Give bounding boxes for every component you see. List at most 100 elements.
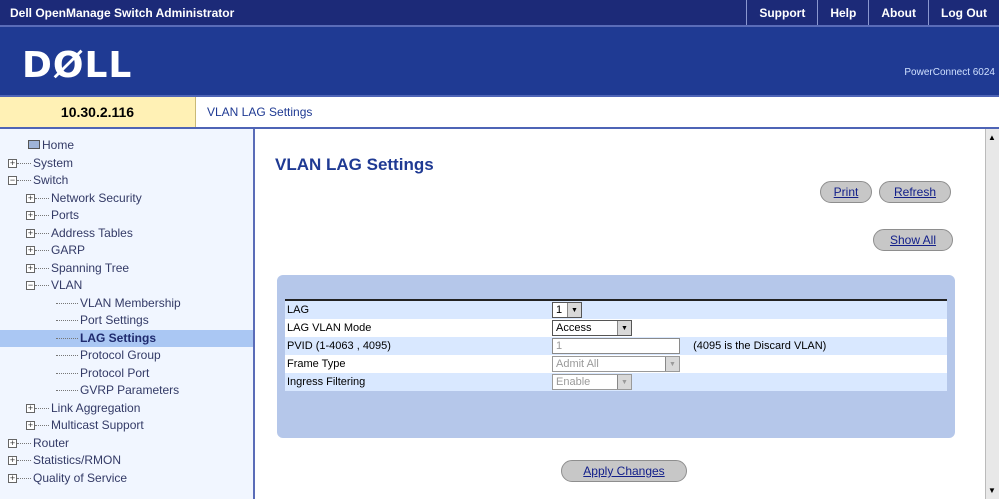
tree-item-label: Link Aggregation: [51, 400, 141, 415]
tree-connector: [56, 320, 78, 322]
tree-connector: [17, 460, 31, 462]
tree-item-label: Port Settings: [80, 313, 149, 327]
pvid-input[interactable]: 1: [552, 338, 680, 354]
support-link[interactable]: Support: [746, 0, 817, 25]
expand-icon[interactable]: +: [26, 421, 35, 430]
product-name: PowerConnect 6024: [904, 67, 995, 78]
tree-item[interactable]: + Network Security: [0, 190, 253, 208]
frame-label: Frame Type: [287, 358, 346, 370]
scroll-up-icon[interactable]: ▲: [988, 133, 996, 142]
tree-item-label: VLAN Membership: [80, 295, 181, 310]
tree-connector: [35, 250, 49, 252]
tree-connector: [56, 337, 78, 340]
about-link[interactable]: About: [868, 0, 928, 25]
collapse-icon[interactable]: −: [26, 281, 35, 290]
lag-value: 1: [556, 304, 563, 316]
tree-item-label: Router: [33, 435, 70, 450]
tree-item[interactable]: VLAN Membership: [0, 295, 253, 313]
tree-connector: [56, 390, 78, 392]
tree-item[interactable]: + System: [0, 155, 253, 173]
tree-item[interactable]: + Multicast Support: [0, 417, 253, 435]
refresh-button[interactable]: Refresh: [879, 181, 951, 203]
chevron-down-icon: ▼: [617, 321, 631, 335]
expand-icon[interactable]: +: [8, 473, 17, 483]
tree-item-label: VLAN: [51, 278, 83, 292]
tree-item[interactable]: − VLAN: [0, 277, 253, 295]
tree-item[interactable]: − Switch: [0, 172, 253, 190]
ingress-label: Ingress Filtering: [287, 376, 366, 388]
top-bar: Dell OpenManage Switch Administrator Sup…: [0, 0, 999, 27]
tree-item-label: Quality of Service: [33, 470, 128, 485]
tree-item[interactable]: Protocol Port: [0, 365, 253, 383]
tree-item-label: Switch: [33, 173, 69, 187]
tree-item[interactable]: + GARP: [0, 242, 253, 260]
collapse-icon[interactable]: −: [8, 176, 17, 185]
chevron-down-icon: ▼: [567, 303, 581, 317]
tree-item-label: Protocol Group: [80, 348, 161, 362]
tree-item-label: Protocol Port: [80, 365, 150, 380]
tree-connector: [35, 267, 49, 270]
expand-icon[interactable]: +: [26, 228, 35, 238]
ingress-row: Ingress Filtering Enable ▼: [285, 373, 947, 391]
tree-item-label: LAG Settings: [80, 330, 157, 345]
tree-connector: [56, 302, 78, 305]
pvid-row: PVID (1-4063 , 4095) 1 (4095 is the Disc…: [285, 337, 947, 355]
tree-item-label: GVRP Parameters: [80, 383, 180, 397]
tree-item[interactable]: + Spanning Tree: [0, 260, 253, 278]
tree-item[interactable]: Protocol Group: [0, 347, 253, 365]
help-link[interactable]: Help: [817, 0, 868, 25]
mode-row: LAG VLAN Mode Access ▼: [285, 319, 947, 337]
tree-item-label: Address Tables: [51, 225, 133, 240]
show-all-button[interactable]: Show All: [873, 229, 953, 251]
tree-item-label: Multicast Support: [51, 418, 144, 432]
expand-icon[interactable]: +: [8, 456, 17, 465]
print-button[interactable]: Print: [820, 181, 872, 203]
page-title: VLAN LAG Settings: [275, 155, 434, 174]
tree-connector: [35, 215, 49, 217]
tree-connector: [35, 197, 49, 200]
main-content: VLAN LAG Settings Print Refresh Show All…: [255, 129, 985, 499]
expand-icon[interactable]: +: [8, 438, 17, 448]
expand-icon[interactable]: +: [26, 211, 35, 220]
tree-item[interactable]: GVRP Parameters: [0, 382, 253, 400]
expand-icon[interactable]: +: [26, 193, 35, 203]
tree-item[interactable]: + Address Tables: [0, 225, 253, 243]
scroll-down-icon[interactable]: ▼: [988, 486, 996, 495]
tree-item[interactable]: LAG Settings: [0, 329, 253, 347]
tree-item-label: Network Security: [51, 190, 142, 205]
tree-connector: [56, 355, 78, 357]
tree-item[interactable]: + Link Aggregation: [0, 400, 253, 418]
tree-item[interactable]: + Ports: [0, 207, 253, 225]
tree-item[interactable]: Port Settings: [0, 312, 253, 330]
tree-item-label: Ports: [51, 208, 80, 222]
tree-item[interactable]: + Router: [0, 435, 253, 453]
expand-icon[interactable]: +: [26, 246, 35, 255]
ingress-value: Enable: [556, 376, 591, 388]
lag-label: LAG: [287, 304, 310, 316]
tree-item[interactable]: + Statistics/RMON: [0, 452, 253, 470]
vertical-scrollbar[interactable]: ▲ ▼: [985, 129, 999, 499]
tree-connector: [17, 162, 31, 165]
tree-item[interactable]: Home: [0, 137, 253, 155]
logout-link[interactable]: Log Out: [928, 0, 999, 25]
expand-icon[interactable]: +: [8, 158, 17, 168]
frame-row: Frame Type Admit All ▼: [285, 355, 947, 373]
apply-changes-button[interactable]: Apply Changes: [561, 460, 687, 482]
tree-item[interactable]: + Quality of Service: [0, 470, 253, 488]
chevron-down-icon: ▼: [617, 375, 631, 389]
lag-select[interactable]: 1 ▼: [552, 302, 582, 318]
frame-select[interactable]: Admit All ▼: [552, 356, 680, 372]
settings-panel: LAG 1 ▼ LAG VLAN Mode Access ▼ PVID (1-4…: [277, 275, 955, 438]
settings-table: LAG 1 ▼ LAG VLAN Mode Access ▼ PVID (1-4…: [285, 299, 947, 391]
tree-item-label: Statistics/RMON: [33, 453, 122, 467]
expand-icon[interactable]: +: [26, 403, 35, 413]
tree-connector: [35, 407, 49, 410]
address-strip: 10.30.2.116 VLAN LAG Settings: [0, 95, 999, 129]
dell-logo: DØLL: [22, 45, 133, 86]
mode-value: Access: [556, 322, 592, 334]
switch-ip: 10.30.2.116: [0, 97, 196, 127]
mode-label: LAG VLAN Mode: [287, 322, 372, 334]
mode-select[interactable]: Access ▼: [552, 320, 632, 336]
expand-icon[interactable]: +: [26, 263, 35, 273]
ingress-select[interactable]: Enable ▼: [552, 374, 632, 390]
